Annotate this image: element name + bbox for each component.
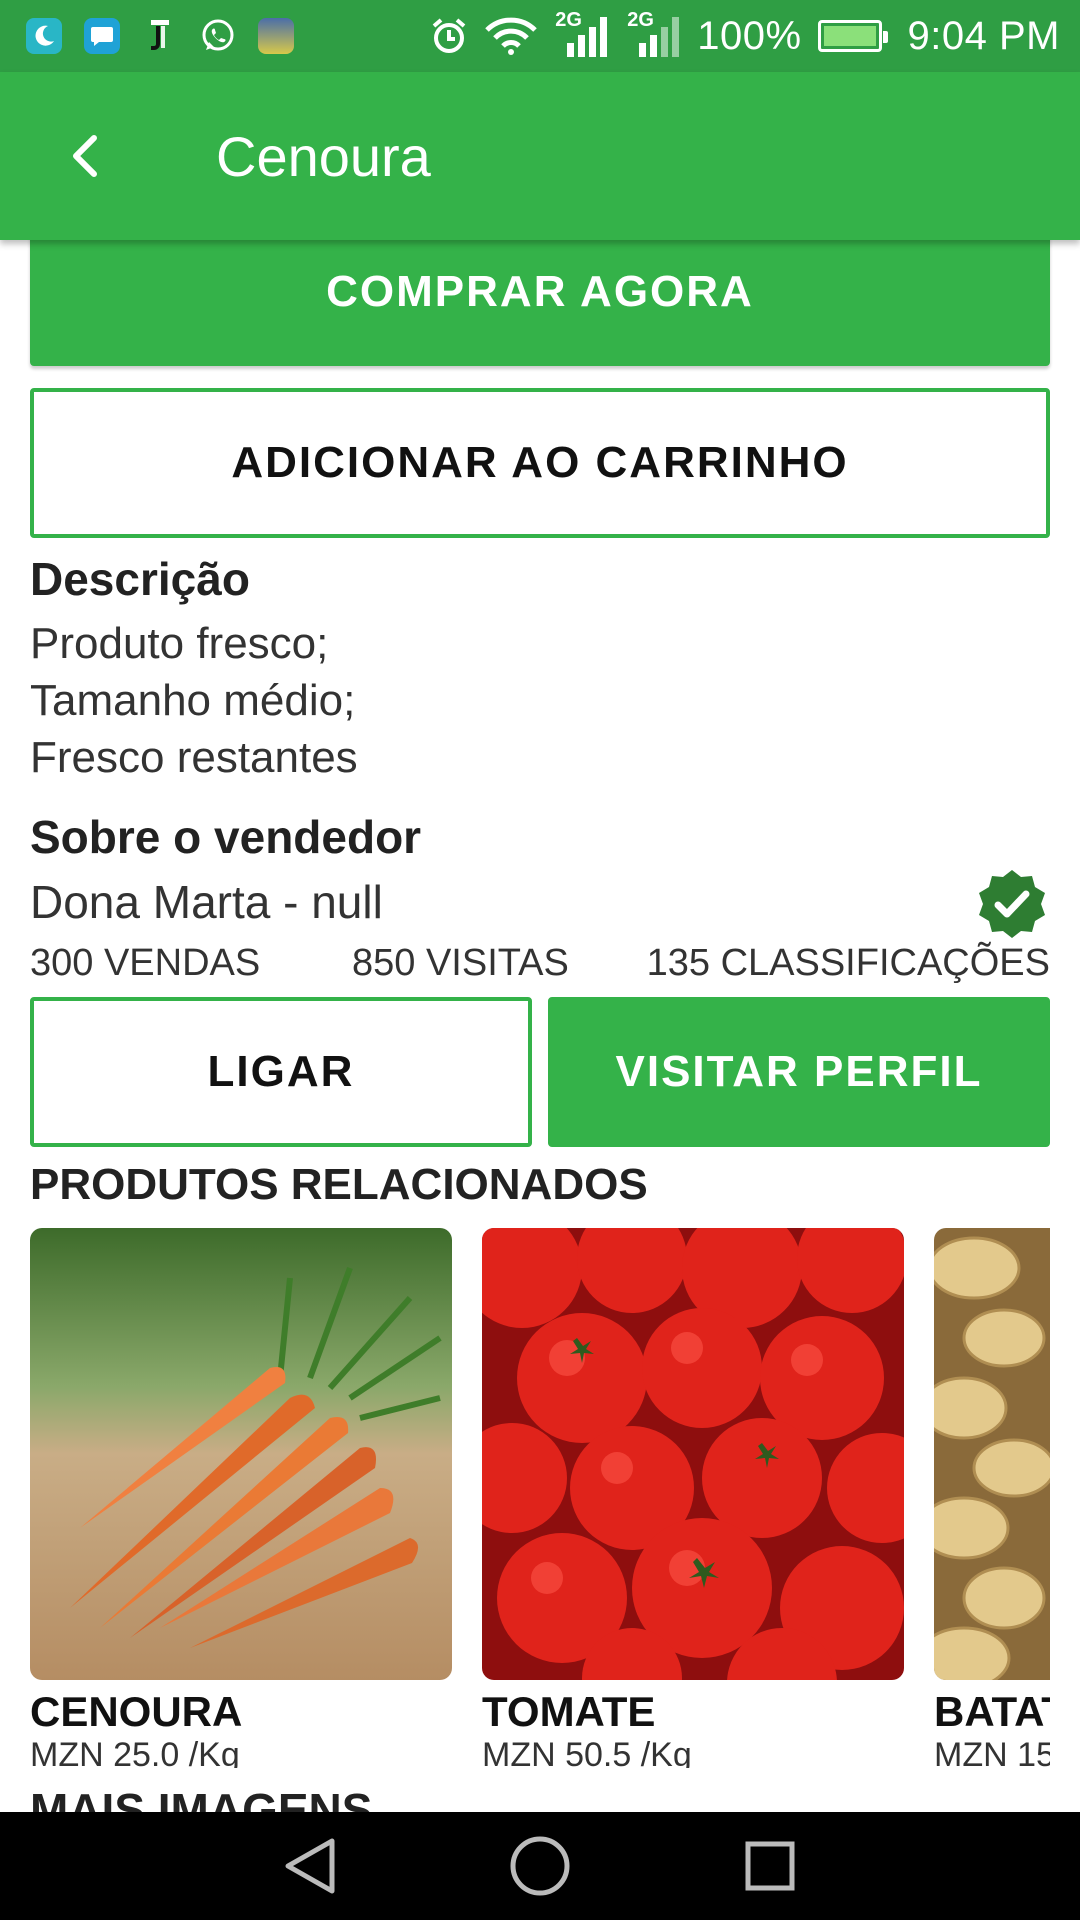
app-bar: Cenoura (0, 72, 1080, 240)
description-line: Fresco restantes (30, 733, 358, 782)
product-card[interactable]: TOMATE MZN 50.5 /Kg (482, 1228, 904, 1768)
system-status: 2G 2G 100% 9:04 PM (429, 9, 1080, 59)
more-images-heading: MAIS IMAGENS (30, 1784, 373, 1812)
carrots-image[interactable] (30, 1228, 452, 1680)
battery-icon (817, 20, 888, 52)
sales-count: 300 VENDAS (30, 942, 261, 984)
triangle-back-icon (285, 1838, 335, 1894)
image-app-icon (258, 18, 294, 54)
back-button[interactable] (0, 72, 170, 240)
product-name: BATATA (934, 1688, 1050, 1735)
verified-badge-icon (979, 870, 1045, 938)
square-recents-icon (745, 1841, 795, 1891)
battery-percent: 100% (697, 13, 802, 58)
description-line: Tamanho médio; (30, 676, 356, 725)
description-text: Produto fresco; Tamanho médio; Fresco re… (30, 615, 358, 786)
navigation-bar (0, 1812, 1080, 1920)
product-name: TOMATE (482, 1688, 656, 1735)
product-card[interactable]: BATATA MZN 15 (934, 1228, 1050, 1768)
related-heading: PRODUTOS RELACIONADOS (30, 1160, 648, 1209)
product-card[interactable]: CENOURA MZN 25.0 /Kg (30, 1228, 452, 1768)
product-price: MZN 25.0 /Kg (30, 1736, 240, 1768)
message-app-icon (84, 18, 120, 54)
chevron-left-icon (73, 135, 97, 177)
product-price: MZN 15 (934, 1736, 1050, 1768)
whatsapp-icon (200, 18, 236, 54)
alarm-icon (432, 18, 466, 53)
signal-icon-1: 2G (553, 9, 609, 59)
tomatoes-image[interactable] (482, 1228, 904, 1680)
notification-icons (0, 18, 294, 54)
ratings-count: 135 CLASSIFICAÇÕES (646, 942, 1050, 984)
related-products-list[interactable]: CENOURA MZN 25.0 /Kg TOMATE MZN 50.5 /Kg… (30, 1228, 1050, 1768)
clock: 9:04 PM (907, 13, 1060, 58)
visits-count: 850 VISITAS (352, 942, 569, 984)
seller-heading: Sobre o vendedor (30, 811, 422, 863)
add-to-cart-button[interactable]: ADICIONAR AO CARRINHO (30, 388, 1050, 538)
status-bar: 2G 2G 100% 9:04 PM (0, 0, 1080, 72)
wifi-icon (485, 17, 537, 55)
moon-app-icon (26, 18, 62, 54)
juventus-app-icon (142, 18, 178, 54)
potatoes-image[interactable] (934, 1228, 1050, 1680)
seller-name: Dona Marta - null (30, 876, 383, 928)
description-heading: Descrição (30, 553, 250, 605)
circle-home-icon (510, 1836, 570, 1896)
nav-recents-button[interactable] (735, 1831, 805, 1901)
page-title: Cenoura (216, 124, 431, 188)
nav-back-button[interactable] (275, 1831, 345, 1901)
product-price: MZN 50.5 /Kg (482, 1736, 692, 1768)
buy-now-button[interactable]: COMPRAR AGORA (30, 218, 1050, 366)
nav-home-button[interactable] (505, 1831, 575, 1901)
signal-icon-2: 2G (625, 9, 681, 59)
call-button[interactable]: LIGAR (30, 997, 532, 1147)
visit-profile-button[interactable]: VISITAR PERFIL (548, 997, 1050, 1147)
product-name: CENOURA (30, 1688, 243, 1735)
description-line: Produto fresco; (30, 619, 329, 668)
